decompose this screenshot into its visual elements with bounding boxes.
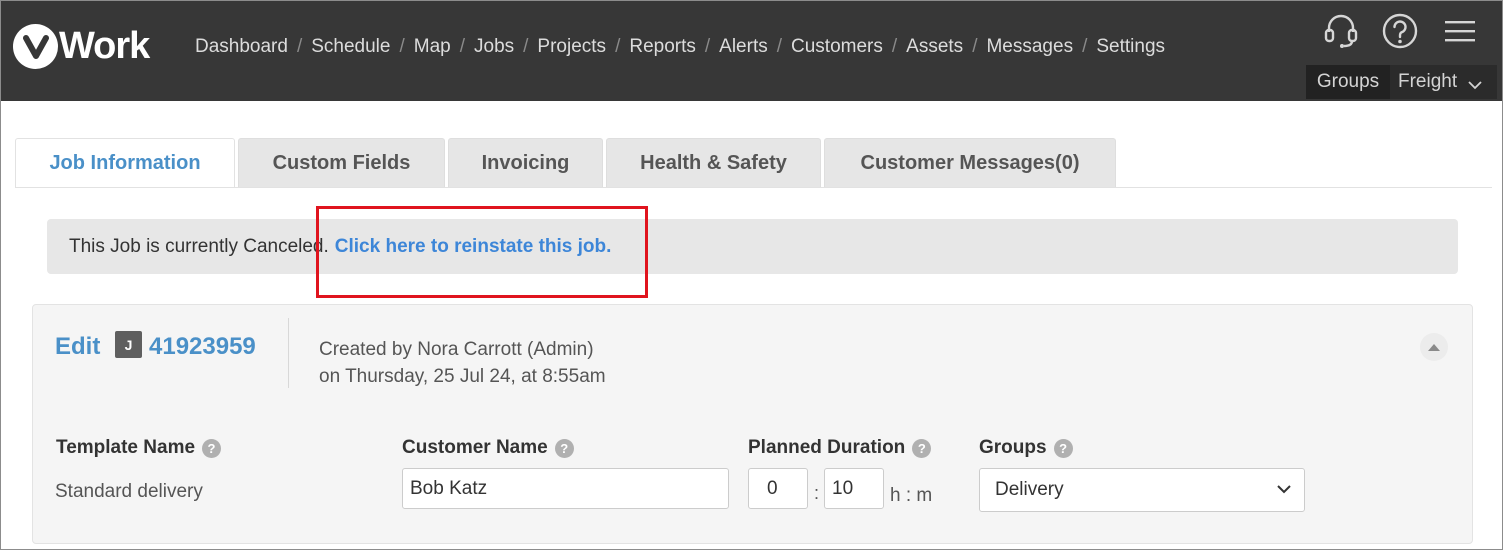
nav-separator: /: [615, 36, 621, 57]
panel-divider: [288, 318, 289, 388]
created-by-text: Created by Nora Carrott (Admin): [319, 339, 594, 360]
nav-schedule[interactable]: Schedule: [311, 36, 390, 58]
planned-duration-label: Planned Duration ?: [748, 437, 932, 459]
nav-assets[interactable]: Assets: [906, 36, 963, 58]
groups-bar: Groups Freight: [1306, 65, 1497, 99]
tab-custom-fields[interactable]: Custom Fields: [238, 138, 445, 188]
help-icon[interactable]: ?: [554, 438, 574, 458]
job-number[interactable]: 41923959: [149, 333, 256, 361]
template-name-label: Template Name ?: [56, 437, 222, 459]
freight-label: Freight: [1398, 71, 1458, 92]
caret-up-icon: [1428, 343, 1440, 351]
tab-job-information[interactable]: Job Information: [15, 138, 235, 188]
chevron-down-icon: [1468, 81, 1482, 90]
main-nav: Dashboard / Schedule / Map / Jobs / Proj…: [195, 36, 1165, 58]
collapse-button[interactable]: [1420, 333, 1448, 361]
chevron-down-icon: [1277, 485, 1291, 494]
nav-dashboard[interactable]: Dashboard: [195, 36, 288, 58]
customer-name-label: Customer Name ?: [402, 437, 574, 459]
template-name-label-text: Template Name: [56, 437, 196, 458]
job-type-badge: J: [115, 331, 142, 358]
duration-hours-input[interactable]: [748, 468, 808, 509]
job-details-panel: Edit J 41923959 Created by Nora Carrott …: [32, 304, 1473, 544]
groups-label-text: Groups: [979, 437, 1047, 458]
job-tabs: Job Information Custom Fields Invoicing …: [15, 138, 1119, 188]
duration-colon: :: [814, 483, 820, 503]
nav-separator: /: [972, 36, 978, 57]
alert-text: This Job is currently Canceled.: [69, 235, 329, 257]
nav-separator: /: [399, 36, 405, 57]
logo-v-icon: [22, 35, 49, 59]
created-info: Created by Nora Carrott (Admin) on Thurs…: [319, 336, 606, 390]
customer-name-label-text: Customer Name: [402, 437, 548, 458]
nav-projects[interactable]: Projects: [537, 36, 606, 58]
headset-icon[interactable]: [1321, 11, 1361, 51]
nav-customers[interactable]: Customers: [791, 36, 883, 58]
tab-health-safety[interactable]: Health & Safety: [606, 138, 821, 188]
logo-word: Work: [59, 25, 150, 67]
logo-circle: [13, 23, 58, 69]
groups-button[interactable]: Groups: [1306, 65, 1390, 99]
nav-settings[interactable]: Settings: [1096, 36, 1165, 58]
tab-customer-messages[interactable]: Customer Messages(0): [824, 138, 1116, 188]
tab-invoicing[interactable]: Invoicing: [448, 138, 603, 188]
edit-link[interactable]: Edit: [55, 333, 100, 361]
reinstate-job-link[interactable]: Click here to reinstate this job.: [335, 236, 612, 258]
duration-minutes-input[interactable]: [824, 468, 884, 509]
tab-divider: [15, 187, 1492, 188]
nav-alerts[interactable]: Alerts: [719, 36, 768, 58]
canceled-alert: This Job is currently Canceled. Click he…: [47, 219, 1458, 274]
help-icon[interactable]: ?: [202, 438, 222, 458]
created-on-text: on Thursday, 25 Jul 24, at 8:55am: [319, 366, 606, 387]
freight-dropdown[interactable]: Freight: [1390, 65, 1497, 99]
duration-unit: h : m: [890, 485, 933, 506]
planned-duration-label-text: Planned Duration: [748, 437, 906, 458]
customer-name-input[interactable]: [402, 468, 729, 509]
help-icon[interactable]: ?: [912, 438, 932, 458]
template-name-value: Standard delivery: [55, 481, 203, 502]
nav-separator: /: [296, 36, 303, 57]
nav-separator: /: [704, 36, 711, 57]
groups-label: Groups ?: [979, 437, 1073, 459]
nav-messages[interactable]: Messages: [986, 36, 1073, 58]
nav-reports[interactable]: Reports: [629, 36, 696, 58]
groups-select[interactable]: Delivery: [979, 468, 1305, 512]
nav-separator: /: [1082, 36, 1088, 57]
nav-separator: /: [776, 36, 783, 57]
hamburger-menu-icon[interactable]: [1440, 11, 1480, 51]
top-navigation-bar: Work Dashboard / Schedule / Map / Jobs /…: [0, 0, 1503, 101]
nav-separator: /: [459, 36, 465, 57]
nav-separator: /: [523, 36, 529, 57]
nav-separator: /: [891, 36, 898, 57]
groups-selected-value: Delivery: [995, 479, 1064, 500]
help-circle-icon[interactable]: [1380, 11, 1420, 51]
nav-jobs[interactable]: Jobs: [474, 36, 514, 58]
vwork-logo[interactable]: Work: [13, 23, 150, 69]
nav-map[interactable]: Map: [414, 36, 451, 58]
help-icon[interactable]: ?: [1053, 438, 1073, 458]
